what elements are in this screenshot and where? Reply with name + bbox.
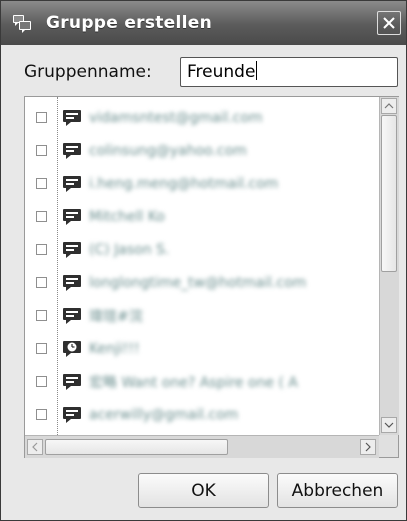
contact-name: acerwilly@gmail.com bbox=[89, 406, 239, 423]
scroll-up-button[interactable] bbox=[381, 98, 397, 114]
contact-name: vidamsntest@gmail.com bbox=[89, 109, 263, 126]
create-group-dialog: Gruppe erstellen Gruppenname: Freunde vi… bbox=[0, 0, 407, 521]
contact-checkbox[interactable] bbox=[36, 343, 47, 354]
chat-bubble-icon bbox=[63, 307, 81, 324]
contact-name: longlongtime_tw@hotmail.com bbox=[89, 274, 307, 291]
contact-row[interactable]: Mitchell Ko bbox=[25, 200, 379, 233]
contact-checkbox[interactable] bbox=[36, 376, 47, 387]
contact-checkbox[interactable] bbox=[36, 244, 47, 255]
contact-row[interactable]: 瑋瑄#浣 bbox=[25, 299, 379, 332]
contact-list-items: vidamsntest@gmail.com colinsung@yahoo.com… bbox=[25, 97, 379, 435]
group-chat-icon bbox=[11, 12, 33, 34]
contact-checkbox[interactable] bbox=[36, 310, 47, 321]
scroll-down-button[interactable] bbox=[381, 417, 397, 433]
horizontal-scrollbar[interactable] bbox=[25, 435, 379, 458]
chat-bubble-icon bbox=[63, 241, 81, 258]
chat-bubble-icon bbox=[63, 406, 81, 423]
group-name-value: Freunde bbox=[187, 62, 256, 82]
chat-bubble-icon bbox=[63, 109, 81, 126]
close-icon bbox=[383, 17, 395, 29]
contact-checkbox[interactable] bbox=[36, 145, 47, 156]
chat-bubble-icon bbox=[63, 373, 81, 390]
contact-name: (C) Jason S. bbox=[89, 241, 170, 258]
contact-name: Mitchell Ko bbox=[89, 208, 165, 225]
cancel-button[interactable]: Abbrechen bbox=[277, 473, 398, 508]
chat-bubble-icon bbox=[63, 175, 81, 192]
chevron-up-icon bbox=[384, 103, 394, 109]
group-name-input[interactable]: Freunde bbox=[180, 57, 398, 87]
title-bar[interactable]: Gruppe erstellen bbox=[1, 1, 406, 45]
chevron-right-icon bbox=[365, 442, 371, 452]
text-caret bbox=[256, 61, 258, 80]
contact-checkbox[interactable] bbox=[36, 277, 47, 288]
scroll-left-button[interactable] bbox=[27, 439, 43, 455]
ok-button[interactable]: OK bbox=[138, 473, 269, 508]
contact-list[interactable]: vidamsntest@gmail.com colinsung@yahoo.com… bbox=[24, 96, 399, 458]
chat-bubble-icon bbox=[63, 208, 81, 225]
vertical-scroll-thumb[interactable] bbox=[381, 115, 397, 272]
vertical-scrollbar[interactable] bbox=[379, 97, 399, 435]
chat-bubble-icon bbox=[63, 142, 81, 159]
contact-row[interactable]: acerwilly@gmail.com bbox=[25, 398, 379, 431]
contact-row[interactable]: Kenji!!! bbox=[25, 332, 379, 365]
contact-row[interactable]: longlongtime_tw@hotmail.com bbox=[25, 266, 379, 299]
dialog-title: Gruppe erstellen bbox=[46, 13, 213, 33]
chat-bubble-icon bbox=[63, 274, 81, 291]
contact-row[interactable]: 宏略 Want one? Aspire one ( A bbox=[25, 365, 379, 398]
contact-row[interactable]: colinsung@yahoo.com bbox=[25, 134, 379, 167]
contact-row[interactable]: i.heng.meng@hotmail.com bbox=[25, 167, 379, 200]
contact-checkbox[interactable] bbox=[36, 112, 47, 123]
group-name-label: Gruppenname: bbox=[24, 62, 152, 82]
contact-name: i.heng.meng@hotmail.com bbox=[89, 175, 279, 192]
close-button[interactable] bbox=[377, 11, 401, 35]
away-clock-icon bbox=[63, 340, 81, 357]
contact-checkbox[interactable] bbox=[36, 409, 47, 420]
chevron-down-icon bbox=[384, 422, 394, 428]
contact-checkbox[interactable] bbox=[36, 211, 47, 222]
contact-name: 宏略 Want one? Aspire one ( A bbox=[89, 374, 298, 391]
scroll-right-button[interactable] bbox=[360, 439, 376, 455]
contact-name: colinsung@yahoo.com bbox=[89, 142, 247, 159]
contact-name: Kenji!!! bbox=[89, 340, 140, 357]
scrollbar-corner bbox=[379, 435, 398, 457]
chevron-left-icon bbox=[32, 442, 38, 452]
contact-row[interactable]: vidamsntest@gmail.com bbox=[25, 101, 379, 134]
contact-checkbox[interactable] bbox=[36, 178, 47, 189]
contact-row[interactable]: (C) Jason S. bbox=[25, 233, 379, 266]
contact-name: 瑋瑄#浣 bbox=[89, 308, 143, 325]
horizontal-scroll-thumb[interactable] bbox=[45, 439, 228, 455]
